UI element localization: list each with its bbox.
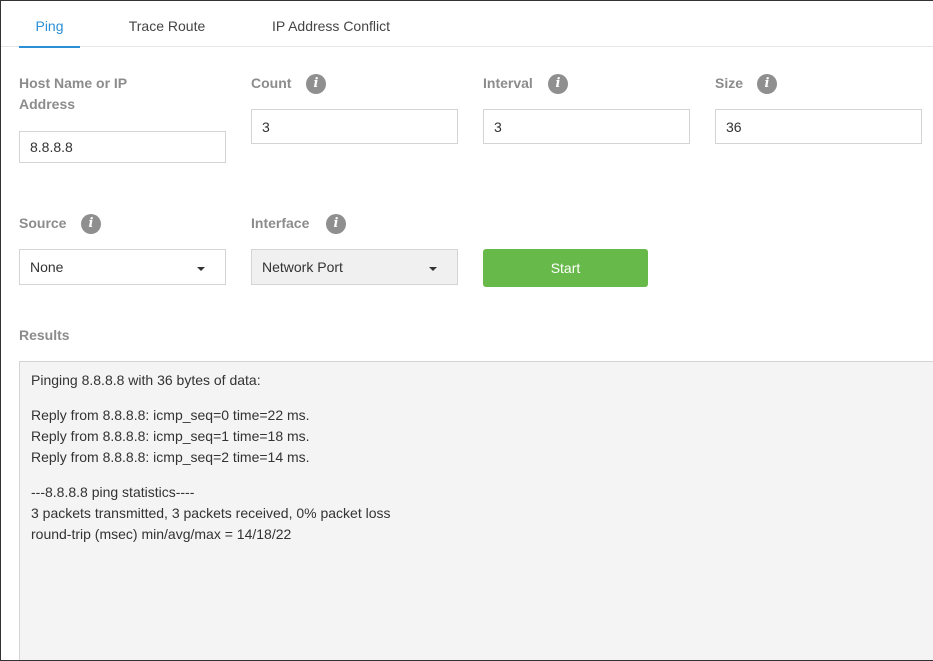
results-label: Results	[19, 327, 70, 343]
ping-tool-panel: Ping Trace Route IP Address Conflict Hos…	[0, 0, 933, 661]
size-label: Size	[715, 75, 744, 91]
interval-input[interactable]	[483, 109, 690, 144]
result-line: round-trip (msec) min/avg/max = 14/18/22	[31, 526, 292, 542]
interface-label: Interface	[251, 215, 310, 231]
source-label: Source	[19, 215, 67, 231]
chevron-down-icon	[197, 267, 205, 271]
host-label: Host Name or IP Address	[19, 75, 127, 112]
results-statistics: ---8.8.8.8 ping statistics---- 3 packets…	[31, 482, 927, 545]
count-info-icon[interactable]: i	[306, 74, 326, 94]
source-select[interactable]: None	[19, 249, 226, 285]
result-line: Reply from 8.8.8.8: icmp_seq=0 time=22 m…	[31, 407, 310, 423]
source-info-icon[interactable]: i	[81, 214, 101, 234]
count-input[interactable]	[251, 109, 458, 144]
interface-select[interactable]: Network Port	[251, 249, 458, 285]
start-button[interactable]: Start	[483, 249, 648, 287]
count-label: Count	[251, 75, 292, 91]
chevron-down-icon	[429, 267, 437, 271]
result-line: 3 packets transmitted, 3 packets receive…	[31, 505, 391, 521]
result-line: ---8.8.8.8 ping statistics----	[31, 484, 195, 500]
tab-bar: Ping Trace Route IP Address Conflict	[1, 1, 933, 48]
host-input[interactable]	[19, 131, 226, 163]
result-line: Pinging 8.8.8.8 with 36 bytes of data:	[31, 372, 261, 388]
results-output: Pinging 8.8.8.8 with 36 bytes of data: R…	[19, 361, 933, 660]
interval-info-icon[interactable]: i	[548, 74, 568, 94]
tab-ip-address-conflict[interactable]: IP Address Conflict	[259, 1, 403, 47]
tab-trace-route[interactable]: Trace Route	[117, 1, 217, 47]
tab-ping[interactable]: Ping	[19, 1, 80, 48]
size-input[interactable]	[715, 109, 922, 144]
size-info-icon[interactable]: i	[757, 74, 777, 94]
interface-selected-value: Network Port	[262, 259, 343, 275]
result-line: Reply from 8.8.8.8: icmp_seq=2 time=14 m…	[31, 449, 310, 465]
results-header: Pinging 8.8.8.8 with 36 bytes of data:	[31, 370, 927, 391]
interface-info-icon[interactable]: i	[326, 214, 346, 234]
interval-label: Interval	[483, 75, 533, 91]
results-replies: Reply from 8.8.8.8: icmp_seq=0 time=22 m…	[31, 405, 927, 468]
source-selected-value: None	[30, 259, 64, 275]
result-line: Reply from 8.8.8.8: icmp_seq=1 time=18 m…	[31, 428, 310, 444]
